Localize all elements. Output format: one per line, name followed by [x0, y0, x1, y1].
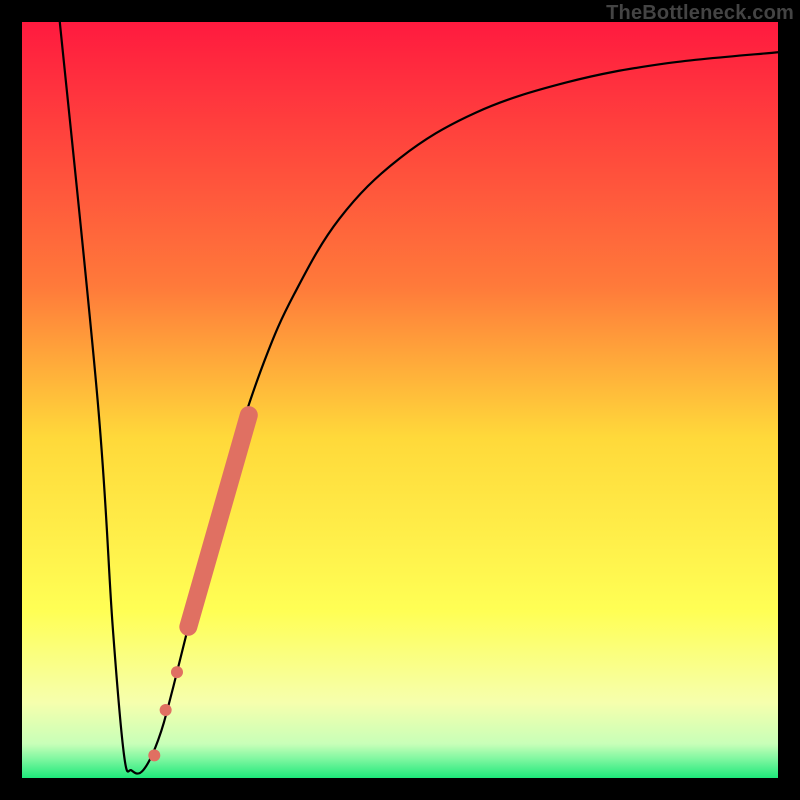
highlight-dot: [171, 666, 183, 678]
watermark-text: TheBottleneck.com: [606, 2, 794, 25]
highlight-dot: [160, 704, 172, 716]
highlight-dot: [148, 749, 160, 761]
highlight-band: [188, 415, 248, 627]
curve-layer: [22, 22, 778, 778]
chart-frame: TheBottleneck.com: [0, 0, 800, 800]
highlight-segment: [148, 415, 249, 761]
main-curve: [60, 22, 778, 774]
plot-area: [22, 22, 778, 778]
